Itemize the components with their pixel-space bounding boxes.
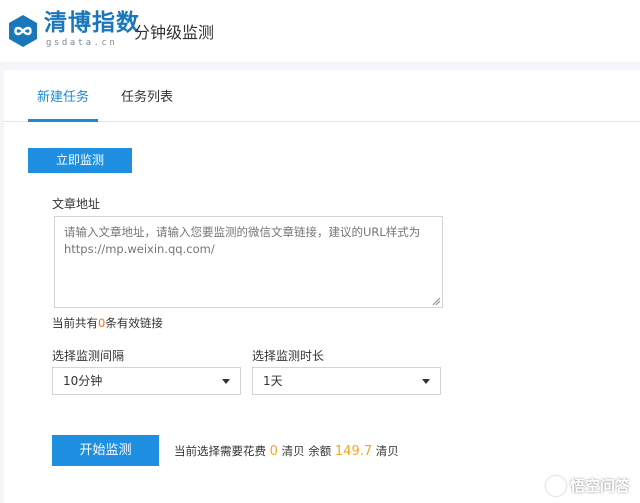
wukong-logo-icon: [545, 475, 566, 496]
cost-unit: 清贝: [281, 444, 305, 458]
header: 清博指数 gsdata.cn 分钟级监测: [0, 0, 640, 62]
url-label: 文章地址: [52, 197, 101, 211]
duration-selected-value: 1天: [263, 374, 283, 388]
count-suffix: 条有效链接: [105, 316, 163, 330]
caret-down-icon: [222, 379, 230, 384]
start-monitor-button[interactable]: 开始监测: [52, 435, 159, 466]
resize-grip-icon[interactable]: [431, 296, 441, 306]
monitor-now-button[interactable]: 立即监测: [28, 148, 132, 173]
tab-new-task[interactable]: 新建任务: [28, 70, 98, 122]
balance-label: 余额: [308, 444, 332, 458]
cost-summary: 当前选择需要花费 0 清贝 余额 149.7 清贝: [174, 443, 399, 459]
balance-unit: 清贝: [375, 444, 399, 458]
infinity-logo-icon: [9, 15, 37, 47]
interval-selected-value: 10分钟: [63, 374, 103, 388]
caret-down-icon: [422, 379, 430, 384]
page-title: 分钟级监测: [134, 23, 215, 42]
tab-task-list[interactable]: 任务列表: [112, 70, 182, 122]
interval-select[interactable]: 10分钟: [52, 367, 241, 395]
cost-prefix: 当前选择需要花费: [174, 444, 266, 458]
logo-subtitle: gsdata.cn: [46, 38, 118, 48]
duration-select[interactable]: 1天: [252, 367, 441, 395]
duration-label: 选择监测时长: [252, 349, 325, 363]
main-panel: 新建任务 任务列表 立即监测 文章地址 当前共有0条有效链接 选择监测间隔 选择…: [4, 70, 640, 503]
cost-value: 0: [269, 444, 278, 459]
watermark: 悟空问答: [545, 475, 630, 496]
article-url-textarea[interactable]: [54, 216, 443, 308]
watermark-text: 悟空问答: [569, 477, 630, 495]
balance-value: 149.7: [334, 444, 373, 459]
tab-bar: 新建任务 任务列表: [4, 70, 640, 122]
valid-link-count: 当前共有0条有效链接: [52, 315, 163, 331]
logo-title: 清博指数: [44, 10, 140, 36]
count-prefix: 当前共有: [52, 316, 98, 330]
interval-label: 选择监测间隔: [52, 349, 125, 363]
